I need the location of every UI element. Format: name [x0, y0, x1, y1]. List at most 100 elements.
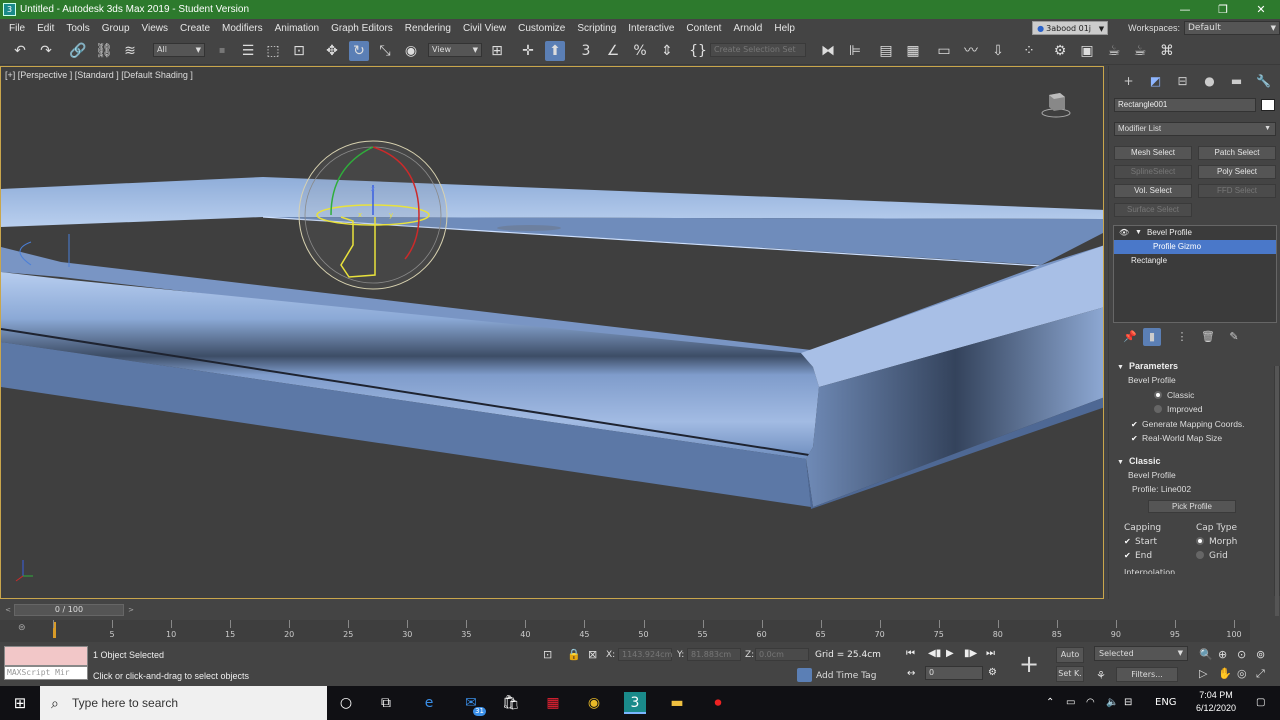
volume-icon[interactable]: 🔈 — [1106, 686, 1118, 720]
prev-frame-arrow-icon[interactable]: < — [2, 604, 14, 616]
close-button[interactable]: ✕ — [1242, 0, 1280, 19]
menu-customize[interactable]: Customize — [512, 23, 571, 34]
x-coordinate-field[interactable]: 1143.924cm — [618, 648, 672, 661]
menu-scripting[interactable]: Scripting — [571, 23, 622, 34]
display-tab-icon[interactable]: ▬ — [1223, 71, 1250, 91]
render-setup-icon[interactable]: ⚙ — [1050, 41, 1070, 61]
set-key-icon[interactable]: + — [1015, 650, 1043, 678]
time-slider-handle[interactable]: 0 / 100 — [14, 604, 124, 616]
wifi-icon[interactable]: ◠ — [1086, 686, 1095, 720]
user-account-dropdown[interactable]: ● 3abood 01j ▼ — [1032, 21, 1109, 35]
scene-canvas[interactable]: z y x — [1, 67, 1104, 599]
poly-select-button[interactable]: Poly Select — [1198, 165, 1276, 179]
morph-radio[interactable]: Morph — [1196, 535, 1268, 550]
menu-file[interactable]: File — [0, 23, 31, 34]
align-icon[interactable]: ⊫ — [845, 41, 865, 61]
expand-triangle-icon[interactable]: ▼ — [1135, 226, 1142, 240]
add-time-tag-icon[interactable] — [797, 668, 812, 682]
unlink-icon[interactable]: ⛓ — [94, 41, 114, 61]
named-selection-set-dropdown[interactable]: Create Selection Set — [710, 43, 806, 57]
stack-item-rectangle[interactable]: Rectangle — [1114, 254, 1276, 268]
workspace-dropdown[interactable]: Default ▼ — [1184, 21, 1280, 35]
pan-view-icon[interactable]: ✋ — [1218, 667, 1232, 680]
interpolation-rollout-header[interactable]: Interpolation — [1113, 566, 1276, 574]
eye-icon[interactable]: 👁 — [1119, 226, 1129, 240]
taskbar-clock[interactable]: 7:04 PM 6/12/2020 — [1186, 689, 1246, 715]
file-explorer-icon[interactable]: ▬ — [666, 692, 688, 714]
stack-item-bevel-profile[interactable]: 👁 ▼ Bevel Profile — [1114, 226, 1276, 240]
mail-icon[interactable]: ✉ 31 — [460, 692, 486, 716]
classic-radio[interactable]: Classic — [1128, 388, 1276, 403]
key-mode-toggle-icon[interactable]: ↔ — [907, 668, 915, 679]
bind-spacewarp-icon[interactable]: ≋ — [120, 41, 140, 61]
menu-edit[interactable]: Edit — [31, 23, 60, 34]
menu-civil-view[interactable]: Civil View — [457, 23, 512, 34]
menu-help[interactable]: Help — [768, 23, 801, 34]
taskbar-search-box[interactable]: ⌕ Type here to search — [40, 686, 327, 720]
maximize-viewport-icon[interactable]: ⤢ — [1256, 667, 1265, 681]
menu-content[interactable]: Content — [680, 23, 727, 34]
viewport-label[interactable]: [+] [Perspective ] [Standard ] [Default … — [5, 70, 193, 80]
undo-icon[interactable]: ↶ — [10, 41, 30, 61]
maxscript-output[interactable] — [4, 646, 88, 666]
action-center-icon[interactable]: ▢ — [1256, 686, 1265, 720]
menu-rendering[interactable]: Rendering — [399, 23, 457, 34]
select-rotate-icon[interactable]: ↻ — [349, 41, 369, 61]
key-filter-dropdown[interactable]: Selected ▼ — [1094, 646, 1188, 661]
select-move-icon[interactable]: ✥ — [322, 41, 342, 61]
menu-views[interactable]: Views — [136, 23, 175, 34]
pick-profile-button[interactable]: Pick Profile — [1148, 499, 1236, 513]
z-coordinate-field[interactable]: 0.0cm — [755, 648, 809, 661]
toggle-ribbon-icon[interactable]: ▭ — [934, 41, 954, 61]
link-icon[interactable]: 🔗 — [68, 41, 88, 61]
menu-interactive[interactable]: Interactive — [622, 23, 680, 34]
battery-icon[interactable]: ▭ — [1066, 686, 1075, 720]
zoom-icon[interactable]: 🔍 — [1199, 648, 1213, 661]
language-indicator[interactable]: ENG — [1155, 686, 1177, 720]
curve-editor-icon[interactable]: 〰 — [961, 41, 981, 61]
track-bar[interactable]: ⊜ 5 10 15 20 25 30 35 40 45 50 55 60 65 70 75 80 85 90 95 1… — [0, 620, 1250, 642]
percent-snap-icon[interactable]: % — [630, 41, 650, 61]
reference-coord-dropdown[interactable]: View ▼ — [428, 43, 482, 57]
schematic-view-icon[interactable]: ⇩ — [988, 41, 1008, 61]
mirror-icon[interactable]: ⧓ — [818, 41, 838, 61]
patch-select-button[interactable]: Patch Select — [1198, 146, 1276, 160]
object-color-swatch[interactable] — [1261, 99, 1275, 111]
parameters-rollout-header[interactable]: ▼ Parameters — [1113, 359, 1276, 373]
stack-item-profile-gizmo[interactable]: Profile Gizmo — [1114, 240, 1276, 254]
notification-sync-icon[interactable]: ⊟ — [1124, 686, 1132, 720]
classic-rollout-header[interactable]: ▼ Classic — [1113, 454, 1276, 468]
hierarchy-tab-icon[interactable]: ⊟ — [1169, 71, 1196, 91]
current-frame-field[interactable]: 0 — [925, 666, 983, 680]
gift-app-icon[interactable]: ▦ — [542, 692, 564, 714]
render-in-cloud-icon[interactable]: ⌘ — [1157, 41, 1177, 61]
screen-recorder-icon[interactable]: ⏺ — [707, 692, 729, 714]
set-key-button[interactable]: Set K. — [1056, 666, 1084, 682]
store-icon[interactable]: 🛍 — [500, 692, 522, 714]
y-coordinate-field[interactable]: 81.883cm — [687, 648, 741, 661]
configure-modifier-sets-icon[interactable]: ✎ — [1221, 328, 1247, 346]
cap-start-checkbox[interactable]: ✔ Start — [1124, 535, 1196, 550]
zoom-extents-all-icon[interactable]: ⊚ — [1256, 648, 1265, 661]
menu-tools[interactable]: Tools — [60, 23, 95, 34]
default-tangent-icon[interactable]: ⚘ — [1096, 669, 1106, 682]
grid-radio[interactable]: Grid — [1196, 549, 1268, 564]
edit-named-selection-icon[interactable]: {} — [688, 41, 708, 61]
modify-tab-icon[interactable]: ◩ — [1142, 71, 1169, 91]
zoom-extents-icon[interactable]: ⊙ — [1237, 648, 1246, 661]
select-scale-icon[interactable]: ⤡ — [375, 41, 395, 61]
utilities-tab-icon[interactable]: 🔧 — [1250, 71, 1277, 91]
absolute-mode-icon[interactable]: ⊠ — [588, 648, 597, 661]
menu-group[interactable]: Group — [96, 23, 136, 34]
surface-select-button[interactable]: Surface Select — [1114, 203, 1192, 217]
task-view-icon[interactable]: ⧉ — [375, 692, 397, 714]
create-tab-icon[interactable]: + — [1115, 71, 1142, 91]
time-configuration-icon[interactable]: ⚙ — [988, 667, 997, 678]
cortana-icon[interactable]: ○ — [335, 692, 357, 714]
key-filters-button[interactable]: Filters... — [1116, 667, 1178, 682]
isolate-selection-icon[interactable]: ⊡ — [543, 648, 552, 661]
ffd-select-button[interactable]: FFD Select — [1198, 184, 1276, 198]
real-world-map-size-checkbox[interactable]: ✔ Real-World Map Size — [1128, 431, 1276, 446]
orbit-icon[interactable]: ◎ — [1237, 667, 1247, 680]
auto-key-button[interactable]: Auto — [1056, 647, 1084, 663]
